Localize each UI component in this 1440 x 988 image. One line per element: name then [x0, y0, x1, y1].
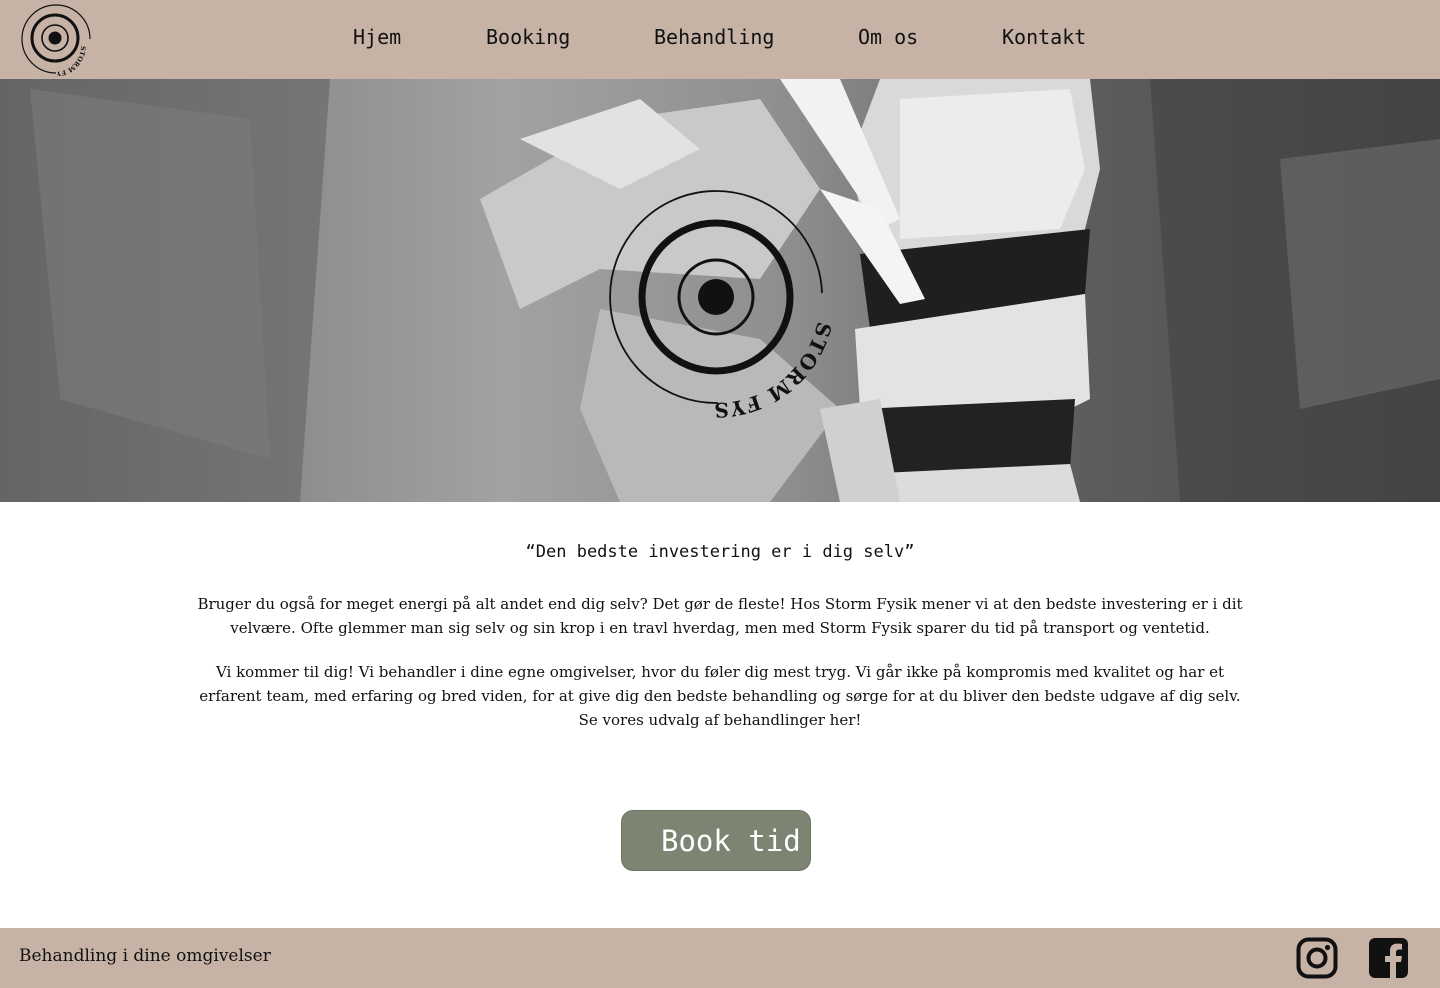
book-tid-label: Book tid — [661, 824, 801, 858]
main-nav: Hjem Booking Behandling Om os Kontakt — [0, 25, 1440, 55]
book-tid-button[interactable]: Book tid — [621, 810, 811, 871]
site-header: STORM FYSIK Hjem Booking Behandling Om o… — [0, 0, 1440, 79]
site-footer: Behandling i dine omgivelser — [0, 928, 1440, 988]
facebook-icon[interactable] — [1367, 937, 1409, 979]
footer-tagline: Behandling i dine omgivelser — [19, 946, 271, 966]
nav-item-booking[interactable]: Booking — [486, 25, 570, 49]
nav-item-kontakt[interactable]: Kontakt — [1002, 25, 1086, 49]
nav-item-hjem[interactable]: Hjem — [353, 25, 401, 49]
nav-item-behandling[interactable]: Behandling — [654, 25, 774, 49]
nav-item-om-os[interactable]: Om os — [858, 25, 918, 49]
storm-fysik-hero-logo: STORM FYSIK — [600, 181, 836, 421]
intro-paragraph-2: Vi kommer til dig! Vi behandler i dine e… — [199, 663, 1241, 729]
intro-paragraph-1: Bruger du også for meget energi på alt a… — [197, 595, 1243, 637]
instagram-icon[interactable] — [1296, 937, 1338, 979]
hero-banner: STORM FYSIK — [0, 79, 1440, 502]
intro-quote: “Den bedste investering er i dig selv” — [525, 542, 915, 562]
